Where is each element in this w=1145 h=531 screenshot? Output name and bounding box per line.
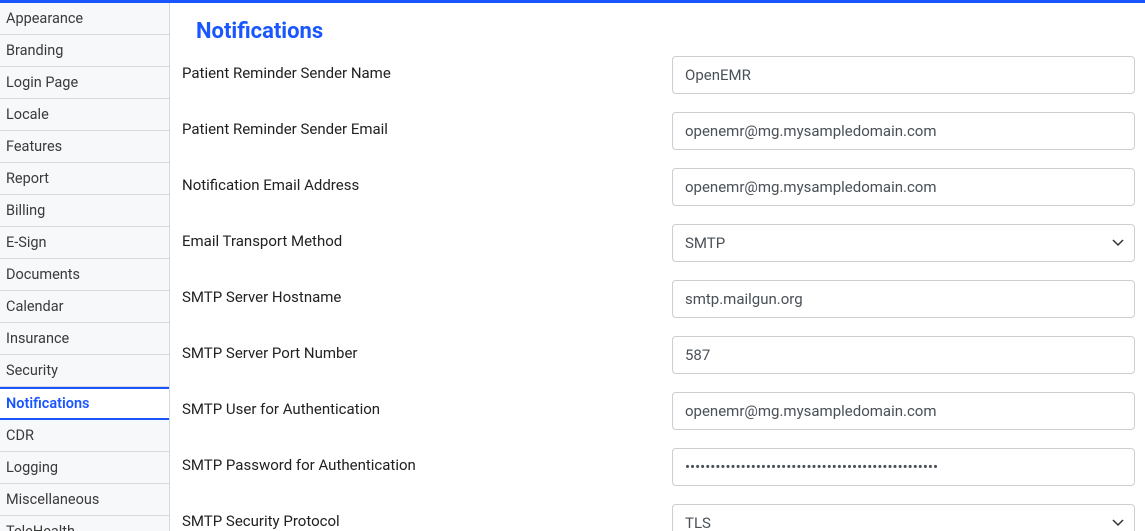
sidebar-item-label: Billing	[6, 202, 45, 219]
sidebar-item-documents[interactable]: Documents	[0, 259, 169, 291]
sidebar-item-label: Security	[6, 362, 58, 379]
sidebar-item-label: E-Sign	[6, 234, 47, 251]
input-smtp-host[interactable]	[672, 280, 1135, 318]
label-smtp-password: SMTP Password for Authentication	[182, 448, 672, 474]
sidebar-item-label: Insurance	[6, 330, 69, 347]
row-smtp-password: SMTP Password for Authentication	[182, 448, 1135, 486]
sidebar-item-e-sign[interactable]: E-Sign	[0, 227, 169, 259]
page-title: Notifications	[182, 13, 1135, 56]
row-smtp-host: SMTP Server Hostname	[182, 280, 1135, 318]
sidebar-item-features[interactable]: Features	[0, 131, 169, 163]
sidebar-item-miscellaneous[interactable]: Miscellaneous	[0, 484, 169, 516]
sidebar-item-label: Notifications	[6, 395, 90, 412]
input-smtp-user[interactable]	[672, 392, 1135, 430]
label-sender-name: Patient Reminder Sender Name	[182, 56, 672, 82]
row-sender-name: Patient Reminder Sender Name	[182, 56, 1135, 94]
label-transport-method: Email Transport Method	[182, 224, 672, 250]
sidebar-item-label: Documents	[6, 266, 80, 283]
input-sender-email[interactable]	[672, 112, 1135, 150]
sidebar-item-label: Branding	[6, 42, 63, 59]
sidebar-item-calendar[interactable]: Calendar	[0, 291, 169, 323]
sidebar-item-label: Appearance	[6, 10, 83, 27]
label-sender-email: Patient Reminder Sender Email	[182, 112, 672, 138]
row-smtp-security: SMTP Security Protocol TLS	[182, 504, 1135, 531]
input-sender-name[interactable]	[672, 56, 1135, 94]
label-smtp-host: SMTP Server Hostname	[182, 280, 672, 306]
sidebar-item-report[interactable]: Report	[0, 163, 169, 195]
settings-main: Notifications Patient Reminder Sender Na…	[170, 3, 1145, 531]
sidebar-item-locale[interactable]: Locale	[0, 99, 169, 131]
sidebar-item-label: Features	[6, 138, 62, 155]
label-smtp-port: SMTP Server Port Number	[182, 336, 672, 362]
sidebar-item-security[interactable]: Security	[0, 355, 169, 387]
label-notification-email: Notification Email Address	[182, 168, 672, 194]
sidebar-item-label: Locale	[6, 106, 49, 123]
sidebar-item-billing[interactable]: Billing	[0, 195, 169, 227]
sidebar-item-insurance[interactable]: Insurance	[0, 323, 169, 355]
sidebar-item-label: TeleHealth	[6, 523, 75, 531]
input-smtp-port[interactable]	[672, 336, 1135, 374]
select-transport-method[interactable]: SMTP	[672, 224, 1135, 262]
input-smtp-password[interactable]	[672, 448, 1135, 486]
sidebar-item-branding[interactable]: Branding	[0, 35, 169, 67]
sidebar-item-label: Login Page	[6, 74, 78, 91]
sidebar-item-label: CDR	[6, 427, 34, 444]
sidebar-item-notifications[interactable]: Notifications	[0, 387, 169, 420]
row-transport-method: Email Transport Method SMTP	[182, 224, 1135, 262]
sidebar-item-cdr[interactable]: CDR	[0, 420, 169, 452]
input-notification-email[interactable]	[672, 168, 1135, 206]
row-notification-email: Notification Email Address	[182, 168, 1135, 206]
label-smtp-user: SMTP User for Authentication	[182, 392, 672, 418]
label-smtp-security: SMTP Security Protocol	[182, 504, 672, 530]
settings-sidebar: Appearance Branding Login Page Locale Fe…	[0, 3, 170, 531]
row-smtp-user: SMTP User for Authentication	[182, 392, 1135, 430]
sidebar-item-login-page[interactable]: Login Page	[0, 67, 169, 99]
sidebar-item-label: Miscellaneous	[6, 491, 99, 508]
sidebar-item-label: Report	[6, 170, 49, 187]
sidebar-item-label: Logging	[6, 459, 58, 476]
row-smtp-port: SMTP Server Port Number	[182, 336, 1135, 374]
sidebar-item-logging[interactable]: Logging	[0, 452, 169, 484]
sidebar-item-telehealth[interactable]: TeleHealth	[0, 516, 169, 531]
sidebar-item-appearance[interactable]: Appearance	[0, 3, 169, 35]
sidebar-item-label: Calendar	[6, 298, 64, 315]
row-sender-email: Patient Reminder Sender Email	[182, 112, 1135, 150]
select-smtp-security[interactable]: TLS	[672, 504, 1135, 531]
